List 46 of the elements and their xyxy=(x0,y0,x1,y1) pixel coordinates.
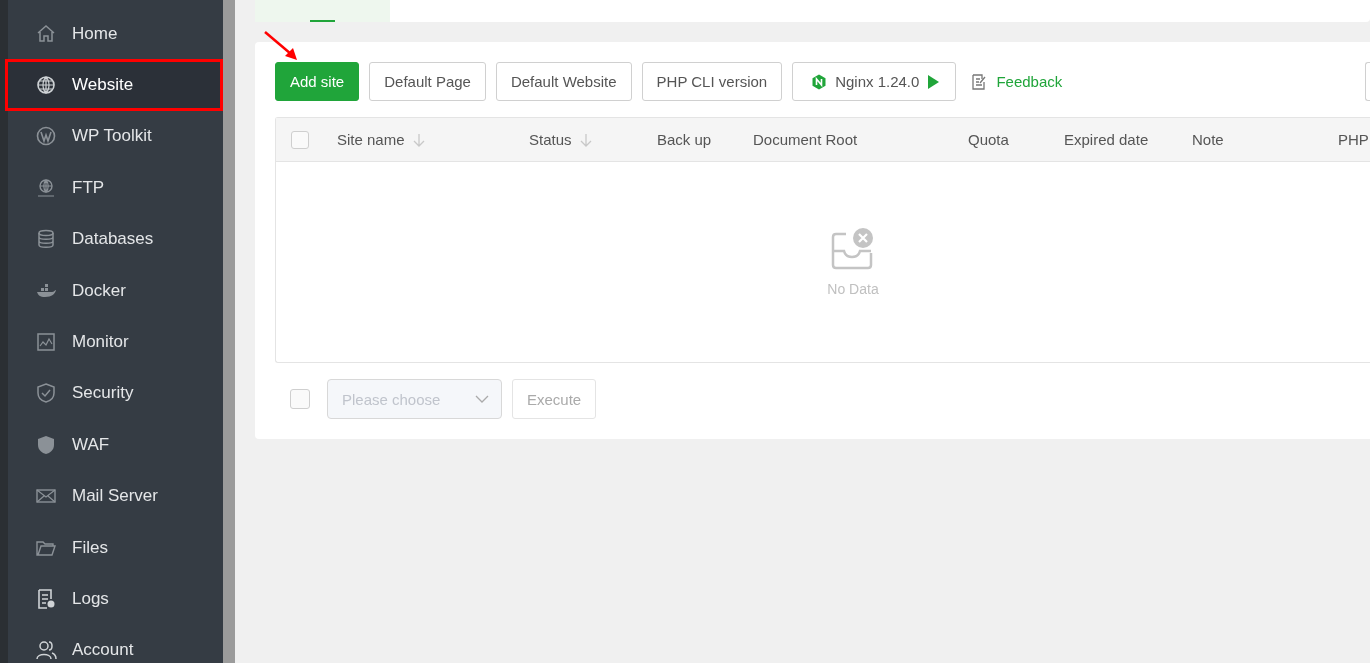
document-icon xyxy=(35,588,57,610)
globe-icon xyxy=(35,74,57,97)
empty-inbox-icon xyxy=(830,227,876,271)
column-header: Quota xyxy=(968,131,1009,148)
database-icon xyxy=(35,228,57,251)
select-checkbox[interactable] xyxy=(290,389,310,409)
toolbar-button[interactable]: Default Page xyxy=(369,62,486,101)
sidebar-item[interactable]: FTP xyxy=(5,162,223,214)
wordpress-icon xyxy=(35,125,57,148)
sidebar-item[interactable]: Mail Server xyxy=(5,470,223,522)
sidebar-item[interactable]: Home xyxy=(5,8,223,60)
sidebar-item[interactable]: Monitor xyxy=(5,316,223,368)
sidebar-item[interactable]: Account xyxy=(5,624,223,663)
toolbar-button[interactable]: Nginx 1.24.0 xyxy=(792,62,957,101)
chevron-down-icon xyxy=(475,395,489,403)
users-icon xyxy=(35,639,57,662)
sidebar-item[interactable]: Databases xyxy=(5,213,223,265)
home-icon xyxy=(35,22,57,45)
sidebar-item[interactable]: WAF xyxy=(5,419,223,471)
sidebar-item[interactable]: Docker xyxy=(5,264,223,317)
column-header: Site name xyxy=(337,131,405,148)
column-header: Expired date xyxy=(1064,131,1149,148)
column-header: Document Root xyxy=(753,131,858,148)
sidebar-item[interactable]: Logs xyxy=(5,573,223,625)
chart-icon xyxy=(35,331,57,354)
toolbar-button[interactable]: Default Website xyxy=(495,62,632,101)
sidebar-item[interactable]: WP Toolkit xyxy=(5,110,223,163)
empty-state-text: No Data xyxy=(827,281,879,297)
sidebar-item[interactable]: Files xyxy=(5,521,223,574)
sort-arrow-icon[interactable] xyxy=(412,132,425,147)
column-header: PHP xyxy=(1338,131,1369,148)
sort-arrow-icon[interactable] xyxy=(579,132,592,147)
sidebar-item[interactable]: Security xyxy=(5,367,223,420)
scrollbar[interactable] xyxy=(223,0,235,663)
sidebar-item[interactable]: Website xyxy=(5,59,223,111)
select-all-checkbox[interactable] xyxy=(291,130,309,149)
column-header: Back up xyxy=(657,131,712,148)
column-header: Status xyxy=(529,131,572,148)
toolbar-button[interactable]: PHP CLI version xyxy=(641,62,783,101)
shield-icon xyxy=(35,433,57,456)
column-header: Note xyxy=(1192,131,1224,148)
play-icon xyxy=(927,74,940,89)
hexagon-icon xyxy=(811,73,828,90)
shield-icon xyxy=(35,382,57,405)
toolbar-control[interactable] xyxy=(1365,62,1370,101)
globe-server-icon xyxy=(35,176,57,199)
